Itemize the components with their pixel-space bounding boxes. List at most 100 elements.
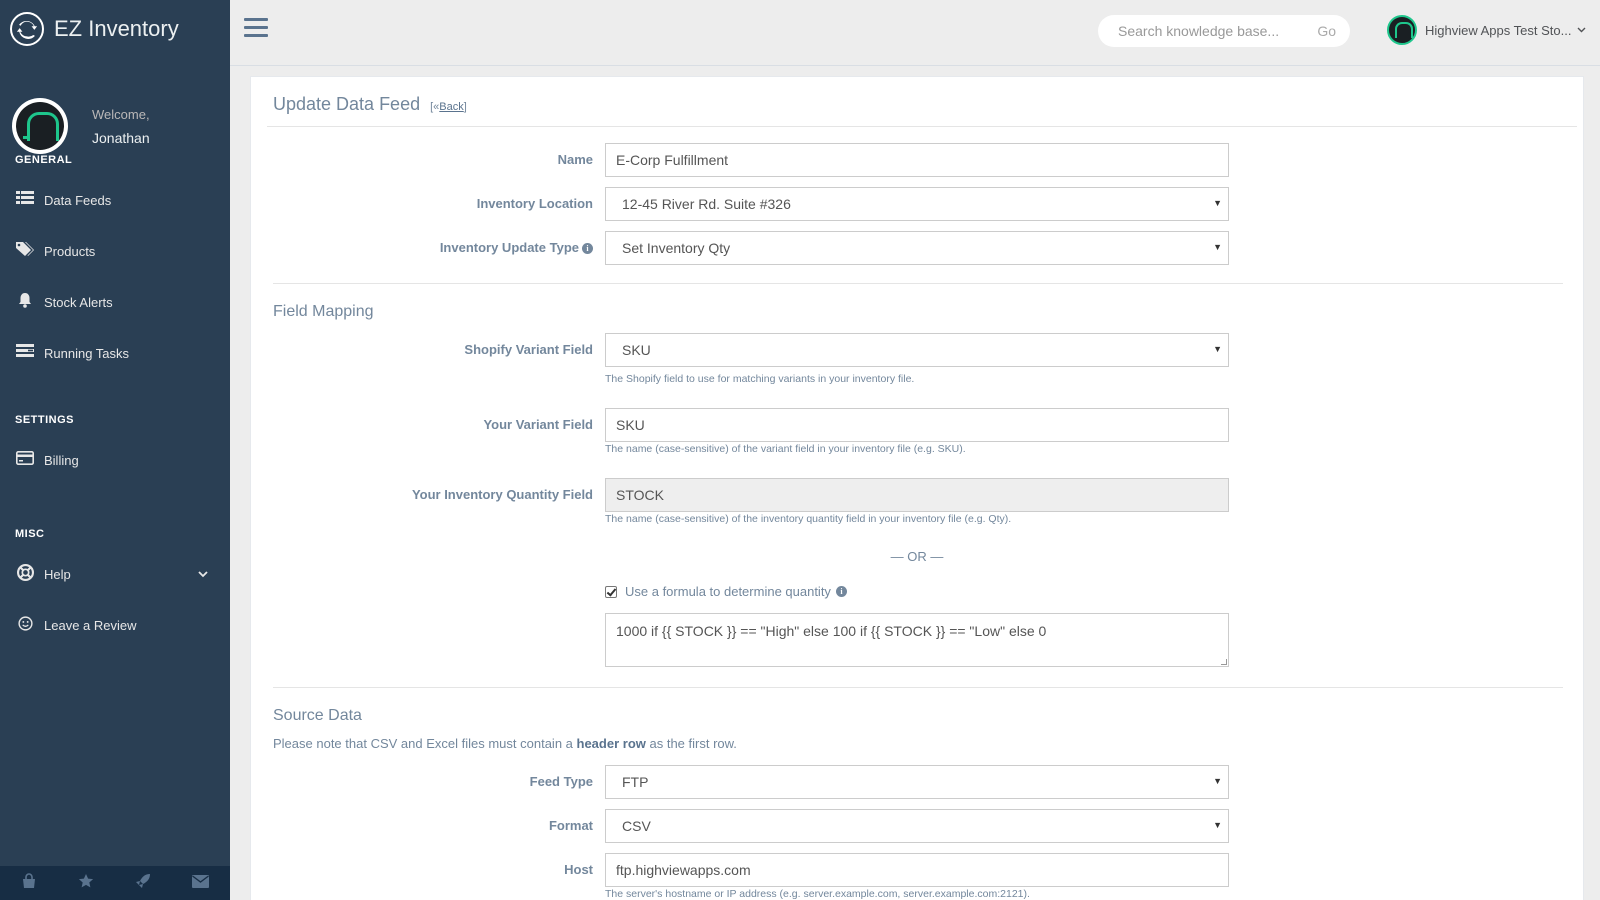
host-field[interactable]: ftp.highviewapps.com bbox=[605, 853, 1229, 887]
host-label: Host bbox=[564, 862, 593, 877]
shopify-variant-select[interactable]: SKU ▼ bbox=[605, 333, 1229, 367]
field-mapping-heading: Field Mapping bbox=[273, 303, 374, 320]
resize-grip-icon[interactable] bbox=[1221, 659, 1227, 665]
welcome-label: Welcome, bbox=[92, 106, 150, 122]
store-name: Highview Apps Test Sto... bbox=[1425, 22, 1572, 38]
qty-field-label: Your Inventory Quantity Field bbox=[411, 487, 593, 502]
sidebar-item-data-feeds[interactable]: Data Feeds bbox=[0, 175, 230, 226]
top-nav: Go Highview Apps Test Sto... bbox=[230, 0, 1600, 66]
shopify-variant-value: SKU bbox=[622, 342, 651, 358]
sidebar-item-help[interactable]: Help bbox=[0, 549, 230, 600]
sidebar-item-products[interactable]: Products bbox=[0, 226, 230, 277]
qty-field-help: The name (case-sensitive) of the invento… bbox=[605, 513, 1012, 525]
source-note-text: Please note that CSV and Excel files mus… bbox=[273, 736, 577, 751]
back-link[interactable]: Back bbox=[439, 101, 463, 113]
select-caret-icon: ▼ bbox=[1213, 198, 1222, 208]
name-field[interactable]: E-Corp Fulfillment bbox=[605, 143, 1229, 177]
name-value: E-Corp Fulfillment bbox=[616, 152, 729, 168]
bell-icon bbox=[15, 292, 35, 313]
or-separator: — OR — bbox=[890, 549, 944, 564]
section-general-title: GENERAL bbox=[15, 154, 73, 166]
info-icon[interactable]: i bbox=[582, 243, 593, 254]
store-avatar bbox=[1387, 15, 1417, 45]
inventory-location-value: 12-45 River Rd. Suite #326 bbox=[622, 196, 791, 212]
menu-toggle-icon[interactable] bbox=[244, 18, 268, 40]
source-note-bold: header row bbox=[576, 736, 646, 751]
smile-icon bbox=[15, 615, 35, 636]
info-icon[interactable]: i bbox=[835, 586, 847, 597]
sidebar-item-label: Help bbox=[44, 567, 71, 582]
feed-type-value: FTP bbox=[622, 774, 649, 790]
shopify-variant-label: Shopify Variant Field bbox=[464, 342, 593, 357]
source-note: Please note that CSV and Excel files mus… bbox=[273, 736, 737, 751]
brand[interactable]: EZ Inventory bbox=[0, 0, 230, 58]
format-value: CSV bbox=[622, 818, 651, 834]
formula-checkbox-row: Use a formula to determine quantity i bbox=[605, 584, 847, 599]
your-variant-help: The name (case-sensitive) of the variant… bbox=[605, 443, 966, 455]
shopify-variant-help: The Shopify field to use for matching va… bbox=[605, 373, 915, 385]
source-data-heading: Source Data bbox=[273, 707, 362, 724]
chevron-down-icon bbox=[1577, 25, 1586, 36]
select-caret-icon: ▼ bbox=[1213, 344, 1222, 354]
inventory-update-type-label: Inventory Update Type i bbox=[251, 240, 593, 255]
sidebar-item-running-tasks[interactable]: Running Tasks bbox=[0, 328, 230, 379]
star-icon[interactable] bbox=[78, 873, 94, 893]
your-variant-value: SKU bbox=[616, 417, 645, 433]
formula-value: 1000 if {{ STOCK }} == "High" else 100 i… bbox=[616, 623, 1047, 639]
sidebar: EZ Inventory Welcome, Jonathan GENERAL D… bbox=[0, 0, 230, 900]
avatar bbox=[12, 98, 68, 154]
select-caret-icon: ▼ bbox=[1213, 242, 1222, 252]
list-icon bbox=[15, 190, 35, 211]
tags-icon bbox=[15, 241, 35, 262]
format-label: Format bbox=[548, 818, 593, 833]
page-title: Update Data Feed bbox=[273, 94, 421, 114]
qty-field-input[interactable]: STOCK bbox=[605, 478, 1229, 512]
feed-type-label: Feed Type bbox=[529, 774, 593, 789]
back-link-wrapper: [«Back] bbox=[430, 101, 467, 113]
search-input[interactable] bbox=[1098, 23, 1298, 39]
your-variant-label: Your Variant Field bbox=[483, 417, 593, 432]
sidebar-item-leave-review[interactable]: Leave a Review bbox=[0, 600, 230, 651]
sidebar-item-label: Running Tasks bbox=[44, 346, 130, 361]
divider bbox=[273, 687, 1563, 688]
select-caret-icon: ▼ bbox=[1213, 820, 1222, 830]
formula-textarea[interactable]: 1000 if {{ STOCK }} == "High" else 100 i… bbox=[605, 613, 1229, 667]
sidebar-item-label: Data Feeds bbox=[44, 193, 112, 208]
divider bbox=[267, 126, 1577, 127]
source-note-text-end: as the first row. bbox=[645, 736, 737, 751]
envelope-icon[interactable] bbox=[192, 874, 210, 892]
your-variant-field[interactable]: SKU bbox=[605, 408, 1229, 442]
section-settings-title: SETTINGS bbox=[15, 414, 75, 426]
inventory-update-type-value: Set Inventory Qty bbox=[622, 240, 731, 256]
section-misc-title: MISC bbox=[15, 528, 45, 540]
qty-field-value: STOCK bbox=[616, 487, 664, 503]
back-prefix: [« bbox=[430, 101, 440, 113]
credit-card-icon bbox=[15, 451, 35, 470]
sidebar-item-label: Billing bbox=[44, 453, 79, 468]
feed-type-select[interactable]: FTP ▼ bbox=[605, 765, 1229, 799]
update-type-label-text: Inventory Update Type bbox=[439, 240, 579, 255]
formula-checkbox-label[interactable]: Use a formula to determine quantity bbox=[625, 584, 831, 599]
chevron-down-icon[interactable] bbox=[198, 569, 208, 581]
life-ring-icon bbox=[15, 563, 35, 586]
back-suffix: ] bbox=[463, 101, 467, 113]
sidebar-item-label: Leave a Review bbox=[44, 618, 137, 633]
user-name: Jonathan bbox=[92, 129, 150, 146]
shopping-bag-icon[interactable] bbox=[21, 873, 37, 893]
rocket-icon[interactable] bbox=[135, 873, 151, 893]
main-panel: Update Data Feed [«Back] Name E-Corp Ful… bbox=[250, 76, 1584, 900]
sync-icon bbox=[10, 12, 44, 46]
store-menu[interactable]: Highview Apps Test Sto... bbox=[1387, 15, 1586, 45]
sidebar-item-billing[interactable]: Billing bbox=[0, 435, 230, 486]
search-go-button[interactable]: Go bbox=[1317, 23, 1336, 39]
inventory-location-select[interactable]: 12-45 River Rd. Suite #326 ▼ bbox=[605, 187, 1229, 221]
select-caret-icon: ▼ bbox=[1213, 776, 1222, 786]
formula-checkbox[interactable] bbox=[605, 585, 617, 598]
sidebar-item-stock-alerts[interactable]: Stock Alerts bbox=[0, 277, 230, 328]
page-header: Update Data Feed [«Back] bbox=[273, 94, 467, 115]
inventory-update-type-select[interactable]: Set Inventory Qty ▼ bbox=[605, 231, 1229, 265]
divider bbox=[273, 283, 1563, 284]
format-select[interactable]: CSV ▼ bbox=[605, 809, 1229, 843]
app-name: EZ Inventory bbox=[54, 16, 179, 41]
name-label: Name bbox=[557, 152, 593, 167]
